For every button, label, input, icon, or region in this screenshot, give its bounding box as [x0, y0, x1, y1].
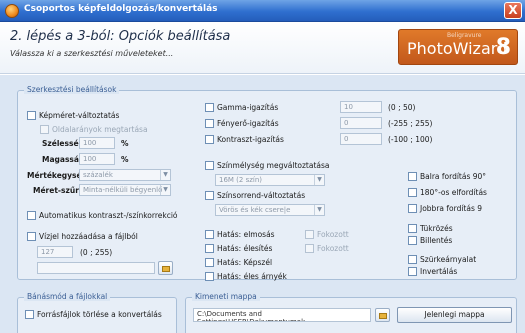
output-browse-button[interactable] [375, 308, 390, 322]
color-order-label: Színsorrend-változtatás [217, 191, 306, 200]
rotate-right-label: Jobbra fordítás 9 [420, 204, 483, 213]
output-path-input[interactable]: C:\Documents and Settings\USER\Dokumentu… [193, 308, 371, 322]
flip-label: Billentés [420, 236, 453, 245]
watermark-label: Vízjel hozzáadása a fájlból [39, 232, 138, 241]
step-subtitle: Válassza ki a szerkesztési műveleteket..… [10, 49, 174, 58]
invert-label: Invertálás [420, 267, 458, 276]
effect-sharpen-strong-label: Fokozott [317, 244, 349, 253]
height-input[interactable]: 100 [79, 153, 115, 165]
delete-sources-label: Forrásfájlok törlése a konvertálás [37, 310, 162, 319]
color-depth-label: Színmélység megváltoztatása [217, 161, 330, 170]
effect-edges-label: Hatás: éles árnyék [217, 272, 287, 281]
contrast-label: Kontraszt-igazítás [217, 135, 284, 144]
keep-ratio-checkbox[interactable] [40, 125, 49, 134]
window-title: Csoportos képfeldolgozás/konvertálás [24, 4, 218, 14]
grayscale-checkbox[interactable] [408, 255, 417, 264]
color-order-value: Vörös és kék csere|e [219, 206, 291, 214]
logo-version: 8 [495, 35, 511, 60]
watermark-checkbox[interactable] [27, 232, 36, 241]
logo-brand: PhotoWizard [407, 39, 508, 58]
watermark-browse-button[interactable] [158, 261, 173, 275]
resize-checkbox[interactable] [27, 111, 36, 120]
watermark-value-input[interactable]: 127 [37, 246, 73, 258]
resize-label: Képméret-változtatás [39, 111, 120, 120]
chevron-down-icon: ▼ [160, 170, 170, 180]
effect-blur-label: Hatás: elmosás [217, 230, 275, 239]
logo-tagline: Beligravure [447, 32, 482, 39]
gamma-range: (0 ; 50) [388, 103, 416, 112]
effect-painting-label: Hatás: Képszél [217, 258, 273, 267]
rotate-left-checkbox[interactable] [408, 172, 417, 181]
color-depth-value: 16M (2 szín) [219, 176, 263, 184]
watermark-range: (0 ; 255) [80, 248, 113, 257]
contrast-input[interactable]: 0 [340, 133, 382, 145]
contrast-range: (-100 ; 100) [388, 135, 433, 144]
chevron-down-icon: ▼ [314, 205, 324, 215]
filter-select-value: Minta-nélküli bégyenlő [83, 186, 163, 194]
unit-select-value: százalék [83, 171, 113, 179]
close-button[interactable]: X [504, 2, 522, 19]
color-order-checkbox[interactable] [205, 191, 214, 200]
brightness-label: Fényerő-igazítás [217, 119, 279, 128]
rotate-left-label: Balra fordítás 90° [420, 172, 487, 181]
auto-contrast-checkbox[interactable] [27, 211, 36, 220]
chevron-down-icon: ▼ [314, 175, 324, 185]
mirror-label: Tükrözés [420, 224, 453, 233]
effect-blur-checkbox[interactable] [205, 230, 214, 239]
unit-select[interactable]: százalék ▼ [79, 169, 171, 181]
contrast-checkbox[interactable] [205, 135, 214, 144]
rotate-180-checkbox[interactable] [408, 188, 417, 197]
delete-sources-checkbox[interactable] [25, 310, 34, 319]
flip-checkbox[interactable] [408, 236, 417, 245]
app-icon [5, 4, 19, 18]
folder-icon [379, 313, 387, 319]
watermark-file-input[interactable] [37, 262, 155, 274]
effect-blur-strong-checkbox[interactable] [305, 230, 314, 239]
effect-sharpen-checkbox[interactable] [205, 244, 214, 253]
brightness-input[interactable]: 0 [340, 117, 382, 129]
color-depth-checkbox[interactable] [205, 161, 214, 170]
gamma-checkbox[interactable] [205, 103, 214, 112]
wizard-header: 2. lépés a 3-ból: Opciók beállítása Vála… [0, 22, 525, 74]
effect-painting-checkbox[interactable] [205, 258, 214, 267]
effect-sharpen-label: Hatás: élesítés [217, 244, 273, 253]
invert-checkbox[interactable] [408, 267, 417, 276]
output-folder-legend: Kimeneti mappa [192, 292, 260, 301]
grayscale-label: Szürkeárnyalat [420, 255, 477, 264]
folder-icon [162, 266, 170, 272]
width-unit: % [121, 139, 129, 148]
chevron-down-icon: ▼ [160, 185, 170, 195]
color-order-select[interactable]: Vörös és kék csere|e ▼ [215, 204, 325, 216]
width-input[interactable]: 100 [79, 137, 115, 149]
gamma-input[interactable]: 10 [340, 101, 382, 113]
file-handling-legend: Bánásmód a fájlokkal [24, 292, 111, 301]
content-area: Szerkesztési beállítások Képméret-változ… [0, 75, 525, 333]
edit-settings-legend: Szerkesztési beállítások [24, 85, 120, 94]
effect-blur-strong-label: Fokozott [317, 230, 349, 239]
mirror-checkbox[interactable] [408, 224, 417, 233]
auto-contrast-label: Automatikus kontraszt-/színkorrekció [39, 211, 178, 220]
step-title: 2. lépés a 3-ból: Opciók beállítása [10, 29, 231, 44]
filter-select[interactable]: Minta-nélküli bégyenlő ▼ [79, 184, 171, 196]
height-unit: % [121, 155, 129, 164]
photowizard-logo: Beligravure PhotoWizard 8 [398, 29, 518, 65]
brightness-checkbox[interactable] [205, 119, 214, 128]
rotate-right-checkbox[interactable] [408, 204, 417, 213]
effect-edges-checkbox[interactable] [205, 272, 214, 281]
gamma-label: Gamma-igazítás [217, 103, 279, 112]
brightness-range: (-255 ; 255) [388, 119, 433, 128]
effect-sharpen-strong-checkbox[interactable] [305, 244, 314, 253]
current-folder-button[interactable]: Jelenlegi mappa [397, 307, 512, 323]
color-depth-select[interactable]: 16M (2 szín) ▼ [215, 174, 325, 186]
keep-ratio-label: Oldalarányok megtartása [52, 125, 148, 134]
title-bar: Csoportos képfeldolgozás/konvertálás X [0, 0, 525, 22]
rotate-180-label: 180°-os elfordítás [420, 188, 487, 197]
